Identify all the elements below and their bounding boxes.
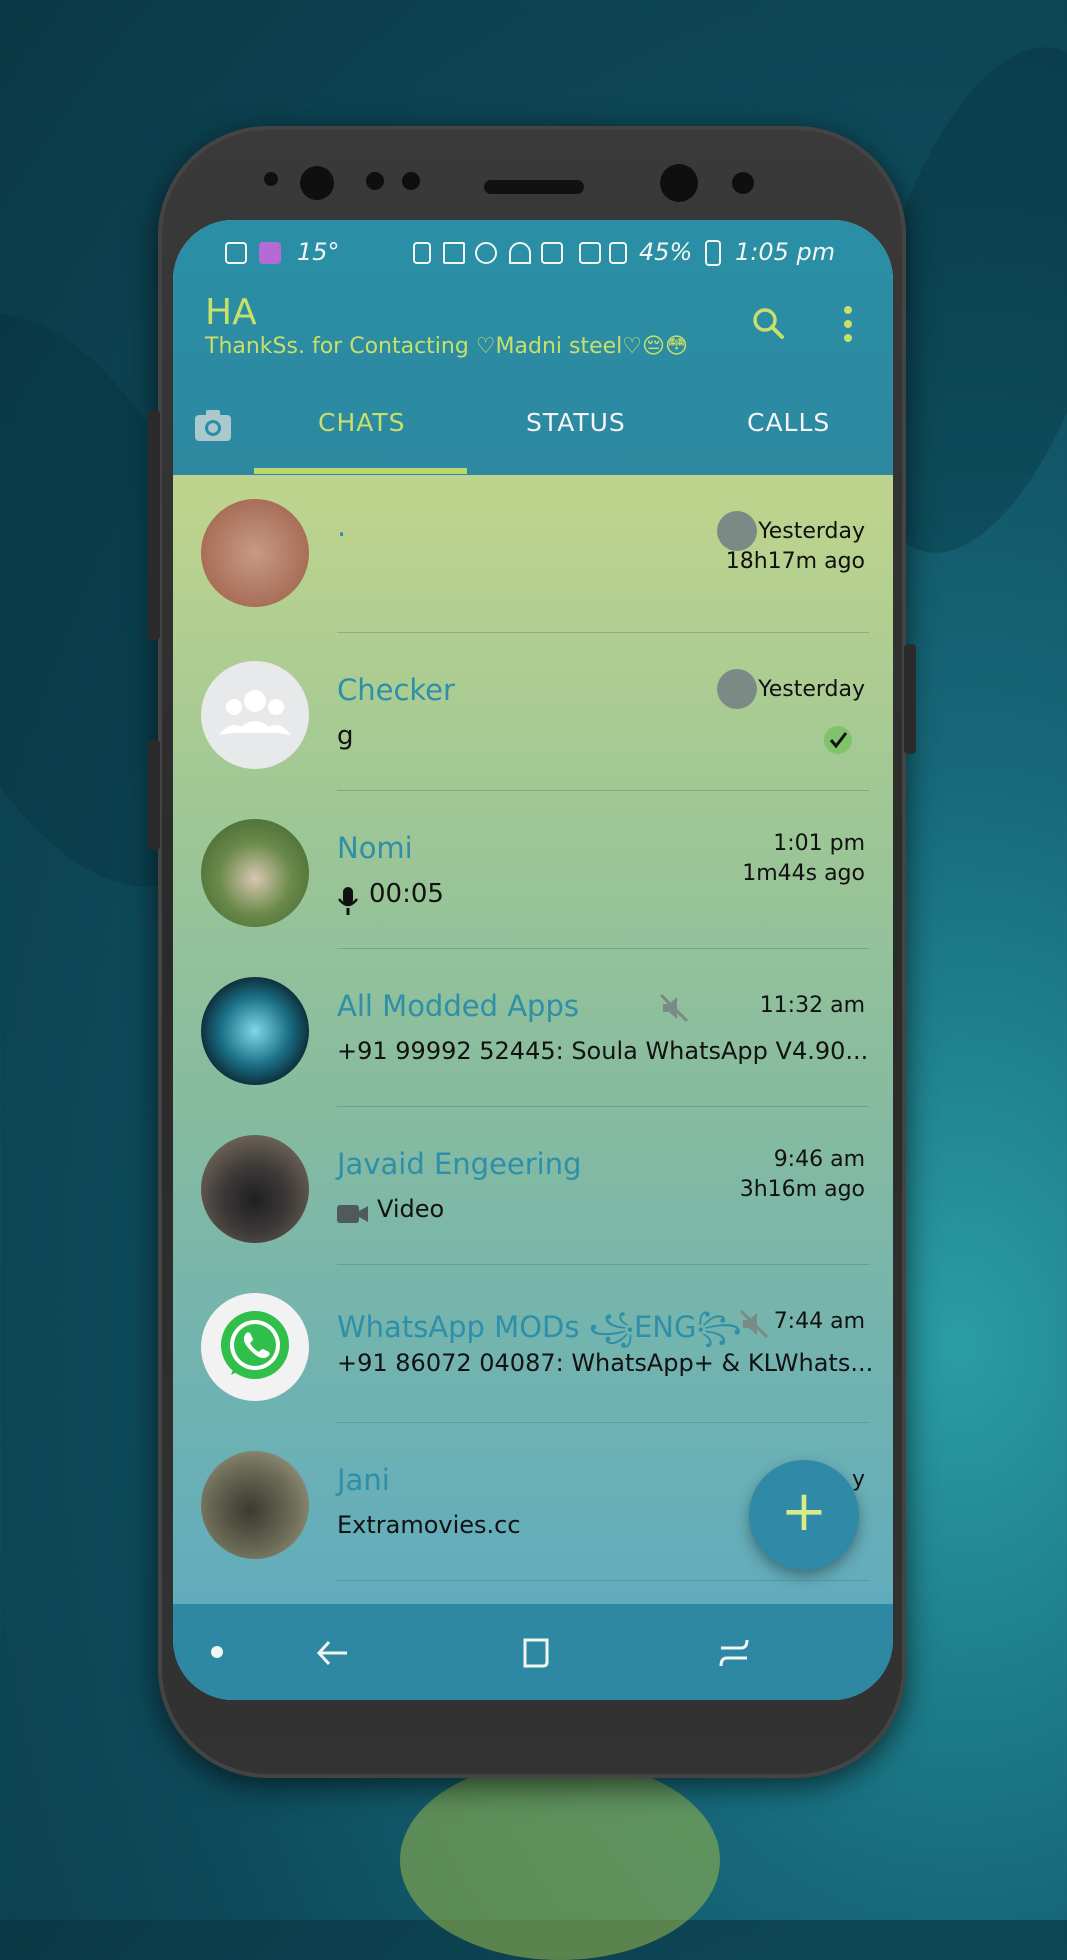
chat-row[interactable]: Javaid Engeering Video 9:46 am 3h16m ago [173, 1107, 893, 1265]
header-subtitle: ThankSs. for Contacting ♡Madni steel♡😔😳 [205, 334, 688, 359]
battery-icon [705, 240, 721, 266]
chat-time-ago: 18h17m ago [725, 549, 865, 574]
video-icon [337, 1205, 368, 1223]
wifi-icon [509, 242, 531, 264]
avatar [201, 499, 309, 607]
navigation-bar [173, 1604, 893, 1700]
battery-percent: 45% [639, 238, 693, 266]
tab-calls[interactable]: CALLS [747, 408, 830, 437]
chat-row[interactable]: All Modded Apps +91 99992 52445: Soula W… [173, 949, 893, 1107]
pin-icon [717, 511, 757, 551]
avatar [201, 819, 309, 927]
signal2-icon [609, 242, 627, 264]
pin-icon [717, 669, 757, 709]
chat-message: g [337, 721, 354, 751]
read-check-icon [824, 726, 852, 754]
app-screen: 15° 45% 1:05 pm HA ThankSs. for Contacti… [173, 220, 893, 1700]
alarm-icon [475, 242, 497, 264]
chat-time-ago: 1m44s ago [742, 861, 865, 886]
home-switch-icon[interactable] [717, 1636, 751, 1670]
battery-saver-icon [413, 242, 431, 264]
mute-icon [659, 993, 689, 1023]
status-notif: 15° [297, 238, 340, 266]
chat-time: Yesterday [758, 677, 865, 702]
chat-name: Javaid Engeering [337, 1147, 582, 1181]
chat-time: 7:44 am [773, 1309, 865, 1334]
avatar [201, 1451, 309, 1559]
divider [337, 1580, 869, 1581]
chat-time: 1:01 pm [773, 831, 865, 856]
tab-chats[interactable]: CHATS [318, 408, 406, 437]
group-icon [219, 690, 291, 735]
chat-message: +91 99992 52445: Soula WhatsApp V4.90... [337, 1037, 869, 1065]
page-title: HA [205, 292, 257, 333]
chat-time: 11:32 am [759, 993, 865, 1018]
back-icon[interactable] [315, 1636, 349, 1670]
search-icon[interactable] [751, 306, 785, 340]
gallery-icon [225, 242, 247, 264]
iris-scanner [300, 166, 334, 200]
more-options-icon[interactable] [841, 304, 855, 344]
background-leaf [400, 1760, 720, 1960]
sensor [402, 172, 420, 190]
chat-time: Yesterday [758, 519, 865, 544]
message-icon [259, 242, 281, 264]
chat-message: Extramovies.cc [337, 1511, 521, 1539]
tab-status[interactable]: STATUS [526, 408, 626, 437]
chat-message: 00:05 [369, 879, 444, 909]
chat-row[interactable]: . Yesterday 18h17m ago [173, 475, 893, 633]
front-camera [660, 164, 698, 202]
sensor [366, 172, 384, 190]
chat-name: All Modded Apps [337, 989, 579, 1023]
chat-name: . [337, 509, 347, 543]
nav-dot[interactable] [211, 1646, 223, 1658]
avatar [201, 661, 309, 769]
chat-time: y [851, 1467, 865, 1492]
chat-name: Nomi [337, 831, 413, 865]
avatar [201, 1135, 309, 1243]
recents-icon[interactable] [519, 1636, 553, 1670]
chat-name: Jani [337, 1463, 390, 1497]
app-header: 15° 45% 1:05 pm HA ThankSs. for Contacti… [173, 220, 893, 475]
chat-time: 9:46 am [773, 1147, 865, 1172]
sim-icon [541, 242, 563, 264]
mute-status-icon [443, 242, 465, 264]
mic-icon [338, 887, 358, 915]
sensor [264, 172, 278, 186]
bixby-button [148, 740, 160, 850]
active-tab-indicator [254, 468, 467, 474]
sensor [732, 172, 754, 194]
chat-row[interactable]: Nomi 00:05 1:01 pm 1m44s ago [173, 791, 893, 949]
volume-button [148, 410, 160, 640]
new-chat-button[interactable]: + [749, 1460, 859, 1570]
avatar [201, 1293, 309, 1401]
chat-time-ago: 3h16m ago [739, 1177, 865, 1202]
chat-row[interactable]: WhatsApp MODs ꧁ENG꧂ +91 86072 04087: Wha… [173, 1265, 893, 1423]
chat-message: +91 86072 04087: WhatsApp+ & KLWhats... [337, 1349, 874, 1377]
whatsapp-logo-icon [221, 1311, 289, 1379]
signal-icon [579, 242, 601, 264]
earpiece [484, 180, 584, 194]
mute-icon [739, 1309, 769, 1339]
status-time: 1:05 pm [735, 238, 836, 266]
chat-row[interactable]: Checker g Yesterday [173, 633, 893, 791]
chat-message: Video [377, 1195, 445, 1223]
avatar [201, 977, 309, 1085]
power-button [904, 644, 916, 754]
status-bar: 15° 45% 1:05 pm [173, 228, 893, 276]
chat-name: Checker [337, 673, 455, 707]
camera-icon[interactable] [193, 407, 233, 443]
